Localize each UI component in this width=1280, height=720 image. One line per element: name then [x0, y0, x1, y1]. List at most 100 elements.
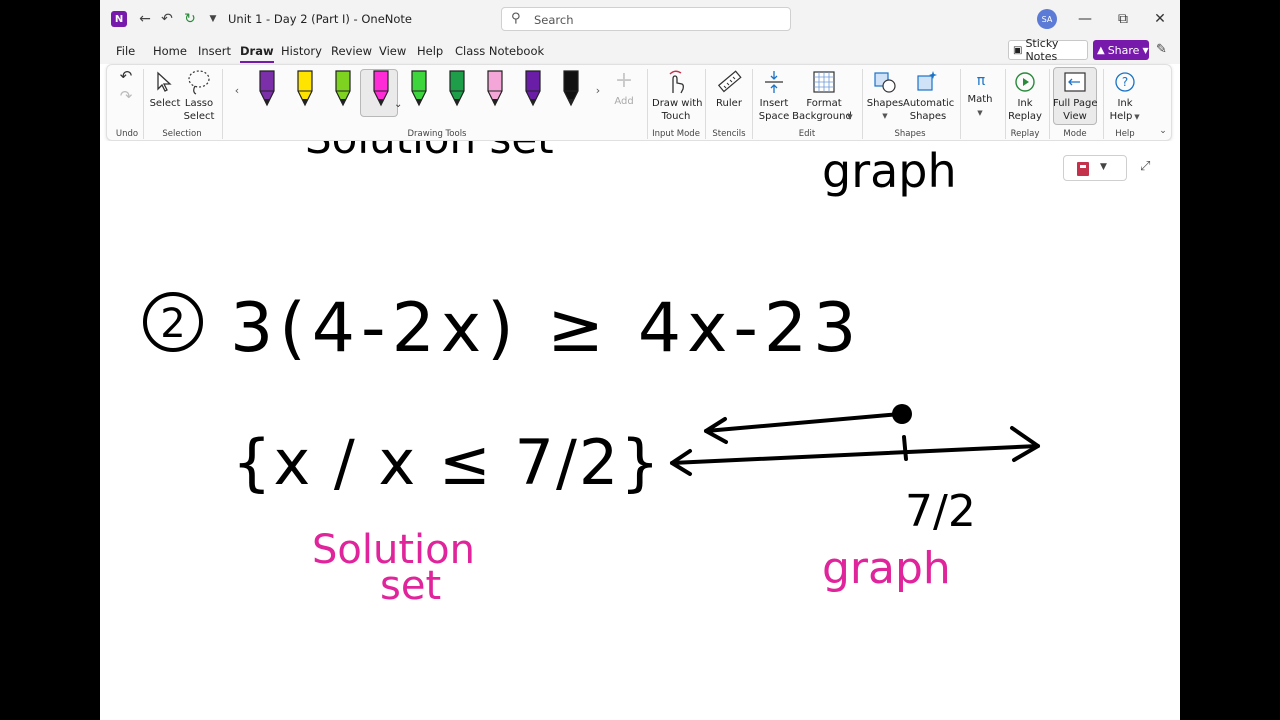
full-page-view-icon[interactable] [1064, 71, 1086, 93]
share-button[interactable]: ▲ Share ▼ [1093, 40, 1149, 60]
redo-icon[interactable]: ↷ [117, 87, 135, 105]
insert-space-icon[interactable] [763, 69, 785, 95]
edit-group-label: Edit [798, 129, 816, 139]
drawing-tools-group-label: Drawing Tools [407, 129, 467, 139]
shapes-icon[interactable] [873, 69, 897, 95]
search-icon: ⚲ [511, 11, 521, 26]
select-cursor-icon[interactable] [153, 69, 175, 95]
present-icon[interactable]: ✎ [1156, 42, 1167, 57]
chevron-down-icon[interactable]: ▼ [881, 111, 889, 121]
tab-insert[interactable]: Insert [198, 44, 231, 58]
ink-help-label-1[interactable]: Ink [1108, 97, 1142, 110]
format-bg-label-2[interactable]: Background [792, 110, 852, 123]
divider [222, 69, 223, 139]
page-canvas[interactable]: Solution set graph 2 3(4-2x) ≥ 4x-23 {x … [100, 141, 1180, 720]
pen-2-icon[interactable] [295, 69, 315, 111]
ink-replay-label-1[interactable]: Ink [1008, 97, 1042, 110]
tab-class-notebook[interactable]: Class Notebook [455, 44, 544, 58]
pen-7-icon[interactable] [485, 69, 505, 111]
chevron-down-icon: ▼ [1142, 45, 1149, 55]
divider [705, 69, 706, 139]
pens-scroll-left-icon[interactable]: ‹ [231, 83, 243, 97]
shapes-label[interactable]: Shapes [866, 97, 904, 110]
undo-icon[interactable]: ↶ [117, 67, 135, 85]
lasso-label-1[interactable]: Lasso [183, 97, 215, 110]
tab-file[interactable]: File [116, 44, 135, 58]
full-page-label-2[interactable]: View [1053, 110, 1097, 123]
tab-help[interactable]: Help [417, 44, 443, 58]
collapse-ribbon-icon[interactable]: ⌄ [1157, 125, 1169, 137]
chevron-down-icon[interactable]: ▼ [846, 112, 854, 122]
ink-tick-label: 7/2 [905, 486, 976, 537]
add-pen-icon[interactable]: + [613, 68, 635, 93]
search-placeholder: Search [534, 13, 574, 27]
ink-label-set: set [380, 563, 441, 609]
minimize-icon[interactable]: — [1070, 6, 1100, 32]
pen-9-icon[interactable] [561, 69, 581, 111]
pen-1-icon[interactable] [257, 69, 277, 111]
lasso-icon[interactable] [186, 68, 212, 96]
tab-review[interactable]: Review [331, 44, 372, 58]
draw-touch-label-2[interactable]: Touch [652, 110, 700, 123]
pen-4-icon[interactable] [371, 69, 391, 111]
full-page-label-1[interactable]: Full Page [1053, 97, 1098, 110]
lasso-label-2[interactable]: Select [183, 110, 215, 123]
share-icon: ▲ [1097, 44, 1105, 56]
auto-shapes-label-2[interactable]: Shapes [903, 110, 953, 123]
ink-help-icon[interactable]: ? [1113, 69, 1137, 95]
undo-icon[interactable]: ↶ [156, 8, 178, 30]
tab-history[interactable]: History [281, 44, 322, 58]
tab-home[interactable]: Home [153, 44, 187, 58]
pen-options-chevron-icon[interactable]: ⌄ [394, 99, 402, 110]
pen-6-icon[interactable] [447, 69, 467, 111]
search-box[interactable]: ⚲ Search [501, 7, 791, 31]
ink-layer: Solution set graph 2 3(4-2x) ≥ 4x-23 {x … [143, 141, 1040, 609]
ruler-icon[interactable] [716, 69, 742, 95]
divider [1103, 69, 1104, 139]
format-bg-label-1[interactable]: Format [794, 97, 854, 110]
insert-space-label-2[interactable]: Space [755, 110, 793, 123]
draw-touch-label-1[interactable]: Draw with [652, 97, 703, 110]
insert-space-label-1[interactable]: Insert [755, 97, 793, 110]
pens-scroll-right-icon[interactable]: › [592, 83, 604, 97]
touch-draw-icon[interactable] [665, 69, 687, 95]
share-label: Share [1107, 43, 1140, 57]
expand-icon[interactable]: ⤢ [1140, 159, 1150, 174]
undo-group-label: Undo [115, 129, 139, 139]
help-group-label: Help [1115, 129, 1135, 139]
automatic-shapes-icon[interactable] [915, 69, 941, 95]
tab-draw[interactable]: Draw [240, 44, 274, 63]
notebook-selector-button[interactable]: ▼ [1063, 155, 1127, 181]
back-icon[interactable]: ← [134, 8, 156, 30]
pen-8-icon[interactable] [523, 69, 543, 111]
add-pen-label[interactable]: Add [609, 95, 639, 108]
format-background-icon[interactable] [812, 69, 836, 95]
onenote-window: N ← ↶ ↻ ▼ Unit 1 - Day 2 (Part I) - OneN… [100, 0, 1180, 720]
ink-label-graph: graph [822, 543, 951, 594]
divider [1049, 69, 1050, 139]
selection-group-label: Selection [162, 129, 202, 139]
chevron-down-icon[interactable]: ▼ [1133, 112, 1141, 122]
divider [752, 69, 753, 139]
pen-3-icon[interactable] [333, 69, 353, 111]
ruler-label[interactable]: Ruler [711, 97, 747, 110]
math-icon[interactable]: π [969, 67, 993, 95]
restore-icon[interactable]: ⧉ [1108, 6, 1138, 32]
close-icon[interactable]: ✕ [1145, 6, 1175, 32]
divider [862, 69, 863, 139]
select-label[interactable]: Select [147, 97, 183, 110]
ink-replay-label-2[interactable]: Replay [1008, 110, 1042, 123]
ink-right-arrowhead [1010, 426, 1040, 462]
sticky-note-icon: ▣ [1013, 44, 1023, 56]
customize-toolbar-icon[interactable]: ▼ [202, 8, 224, 30]
math-label[interactable]: Math [963, 93, 997, 106]
auto-shapes-label-1[interactable]: Automatic [903, 97, 954, 110]
chevron-down-icon[interactable]: ▼ [976, 108, 984, 118]
sync-icon[interactable]: ↻ [179, 8, 201, 30]
user-avatar[interactable]: SA [1037, 9, 1057, 29]
pen-5-icon[interactable] [409, 69, 429, 111]
tab-view[interactable]: View [379, 44, 406, 58]
sticky-notes-button[interactable]: ▣ Sticky Notes [1008, 37, 1088, 63]
ink-replay-icon[interactable] [1013, 69, 1037, 95]
svg-text:?: ? [1122, 75, 1128, 89]
